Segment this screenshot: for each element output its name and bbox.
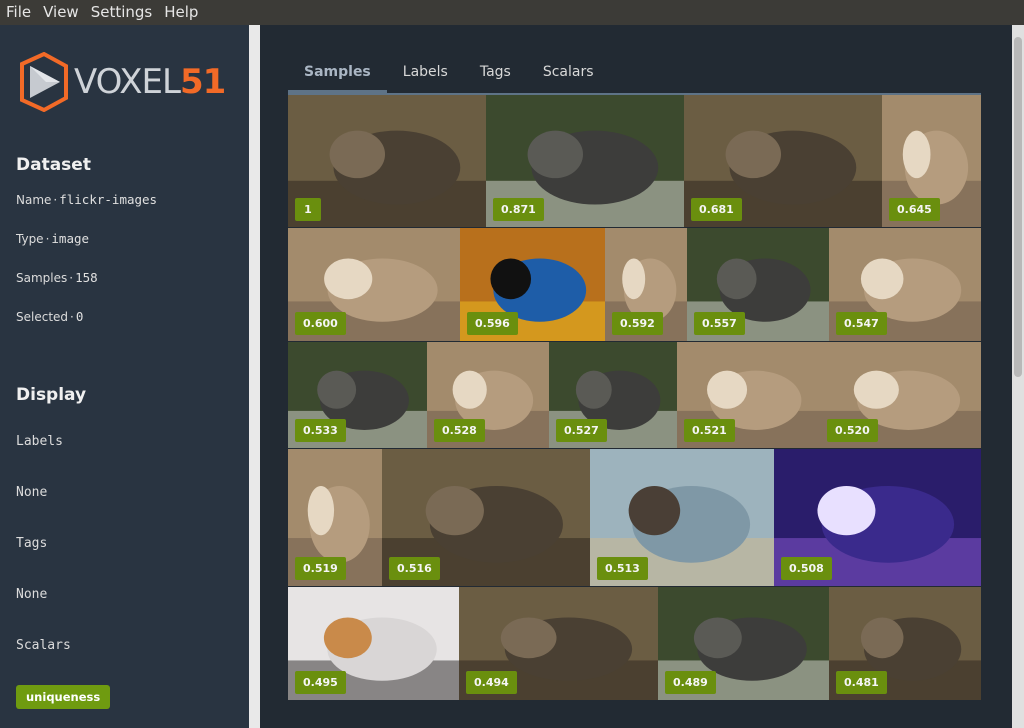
uniqueness-badge: 0.513 [597,557,648,580]
sample-thumbnail[interactable]: 0.645 [882,95,981,227]
uniqueness-badge: 0.495 [295,671,346,694]
sample-thumbnail[interactable]: 0.533 [288,342,427,448]
menu-view[interactable]: View [37,0,85,25]
display-scalars-heading: Scalars [16,638,71,653]
display-labels-value[interactable]: None [16,485,47,500]
uniqueness-badge: 0.481 [836,671,887,694]
display-labels-heading: Labels [16,434,63,449]
sample-thumbnail[interactable]: 0.596 [460,228,605,341]
tab-bar: Samples Labels Tags Scalars [288,55,610,93]
scroll-thumb[interactable] [1014,37,1022,377]
sample-thumbnail[interactable]: 0.527 [549,342,677,448]
uniqueness-badge: 0.521 [684,419,735,442]
sample-thumbnail[interactable]: 0.547 [829,228,981,341]
uniqueness-badge: 0.596 [467,312,518,335]
sample-thumbnail[interactable]: 0.489 [658,587,829,700]
dataset-type-value: image [51,231,90,246]
tab-tags[interactable]: Tags [464,55,527,93]
dataset-selected-value: 0 [75,309,84,324]
logo-text: VOXEL51 [74,62,226,102]
uniqueness-badge: 0.547 [836,312,887,335]
uniqueness-badge: 0.489 [665,671,716,694]
uniqueness-badge: 0.508 [781,557,832,580]
sample-thumbnail[interactable]: 0.519 [288,449,382,586]
tab-labels[interactable]: Labels [387,55,464,93]
menu-file[interactable]: File [0,0,37,25]
dataset-name-row: Name · flickr-images [16,192,158,207]
uniqueness-badge: 0.516 [389,557,440,580]
panel-divider[interactable] [249,25,260,728]
tab-samples[interactable]: Samples [288,55,387,93]
sample-thumbnail[interactable]: 0.516 [382,449,590,586]
uniqueness-badge: 1 [295,198,321,221]
uniqueness-badge: 0.494 [466,671,517,694]
sample-thumbnail[interactable]: 0.521 [677,342,820,448]
sample-thumbnail[interactable]: 0.495 [288,587,459,700]
display-tags-heading: Tags [16,536,48,551]
menu-settings[interactable]: Settings [85,0,159,25]
voxel51-logo: VOXEL51 [16,52,236,112]
dataset-selected-row: Selected · 0 [16,309,84,324]
scrollbar[interactable] [1012,25,1024,728]
sidebar: VOXEL51 Dataset Name · flickr-images Type ·… [0,25,249,728]
sample-thumbnail[interactable]: 0.592 [605,228,687,341]
uniqueness-badge: 0.681 [691,198,742,221]
sample-thumbnail[interactable]: 0.520 [820,342,981,448]
dataset-section-title: Dataset [16,155,91,175]
dataset-samples-value: 158 [75,270,98,285]
uniqueness-badge: 0.533 [295,419,346,442]
uniqueness-badge: 0.520 [827,419,878,442]
uniqueness-badge: 0.527 [556,419,607,442]
uniqueness-badge: 0.557 [694,312,745,335]
voxel51-logo-icon [20,52,68,112]
uniqueness-badge: 0.519 [295,557,346,580]
dataset-samples-row: Samples · 158 [16,270,98,285]
tab-scalars[interactable]: Scalars [527,55,610,93]
dataset-name-value: flickr-images [59,192,158,207]
menu-help[interactable]: Help [158,0,204,25]
uniqueness-badge: 0.592 [612,312,663,335]
sample-thumbnail[interactable]: 1 [288,95,486,227]
main-panel: Samples Labels Tags Scalars 1 0.871 0.681 0… [260,25,1012,728]
menu-bar: File View Settings Help [0,0,1024,25]
scalar-chip-uniqueness[interactable]: uniqueness [16,685,111,709]
uniqueness-badge: 0.871 [493,198,544,221]
uniqueness-badge: 0.645 [889,198,940,221]
uniqueness-badge: 0.600 [295,312,346,335]
sample-thumbnail[interactable]: 0.508 [774,449,981,586]
sample-thumbnail[interactable]: 0.871 [486,95,684,227]
sample-thumbnail[interactable]: 0.481 [829,587,981,700]
display-tags-value[interactable]: None [16,587,47,602]
sample-thumbnail[interactable]: 0.528 [427,342,549,448]
dataset-type-row: Type · image [16,231,90,246]
sample-grid: 1 0.871 0.681 0.645 0.600 0.596 0.592 0.557 0.54… [288,95,981,728]
sample-thumbnail[interactable]: 0.513 [590,449,774,586]
uniqueness-badge: 0.528 [434,419,485,442]
sample-thumbnail[interactable]: 0.681 [684,95,882,227]
sample-thumbnail[interactable]: 0.494 [459,587,658,700]
sample-thumbnail[interactable]: 0.557 [687,228,829,341]
sample-thumbnail[interactable]: 0.600 [288,228,460,341]
display-section-title: Display [16,385,87,405]
